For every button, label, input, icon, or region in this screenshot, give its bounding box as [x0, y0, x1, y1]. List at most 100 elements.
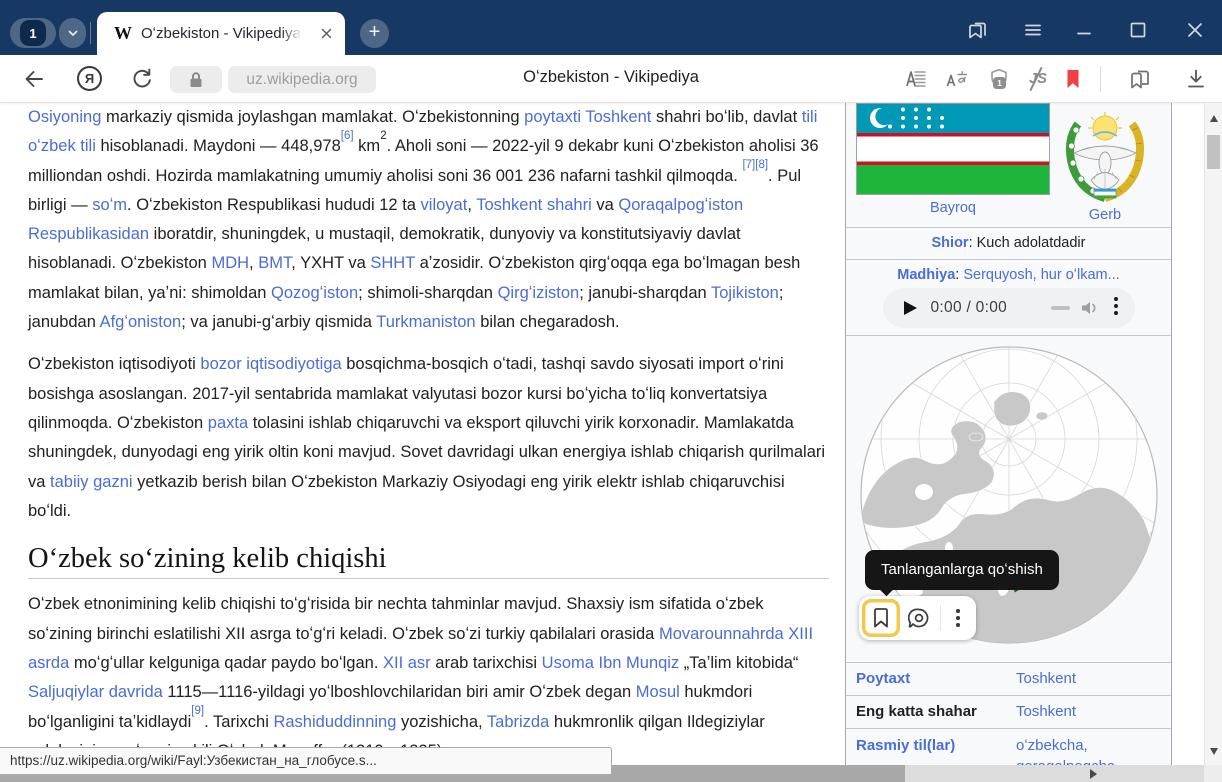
- flag-caption-link[interactable]: Bayroq: [930, 200, 976, 216]
- article-link[interactable]: paxta: [208, 414, 248, 432]
- scroll-down-icon[interactable]: [1210, 748, 1218, 755]
- blocked-count-badge: 1: [993, 77, 1006, 89]
- site-security-badge[interactable]: [170, 66, 222, 93]
- article-link[interactable]: XII asr: [383, 654, 431, 672]
- motto-row: Shior: Kuch adolatdadir: [846, 228, 1171, 260]
- refresh-icon[interactable]: [130, 67, 154, 91]
- vertical-scrollbar-thumb[interactable]: [1207, 135, 1220, 169]
- tab-group-control[interactable]: 1: [10, 18, 86, 48]
- article-link[interactable]: Osiyoning: [28, 108, 101, 126]
- titlebar-divider: [90, 22, 91, 44]
- scrollbar-corner: [1204, 765, 1222, 782]
- official-languages-label-link[interactable]: Rasmiy til(lar): [856, 735, 955, 756]
- audio-player: 0:00 / 0:00: [883, 288, 1135, 328]
- image-hover-toolbar: [859, 596, 976, 640]
- article-link[interactable]: tabiiy gazni: [50, 473, 133, 491]
- wikipedia-favicon: W: [114, 23, 132, 44]
- reader-mode-icon[interactable]: [905, 67, 929, 91]
- article-link[interactable]: Rashiduddinning: [273, 713, 396, 731]
- javascript-disabled-icon[interactable]: JS: [1026, 67, 1050, 91]
- player-time: 0:00 / 0:00: [931, 288, 1008, 328]
- window-close-icon[interactable]: [1183, 18, 1207, 42]
- article-link[interactable]: Mosul: [636, 683, 680, 701]
- new-tab-button[interactable]: +: [360, 19, 389, 48]
- play-icon[interactable]: [904, 301, 917, 315]
- article-link[interactable]: Tojikiston: [711, 284, 779, 302]
- superscript: 2: [380, 130, 386, 142]
- vertical-scrollbar[interactable]: [1204, 103, 1222, 782]
- article-body: Osiyoning markaziy qismida joylashgan ma…: [28, 103, 829, 765]
- address-bar[interactable]: uz.wikipedia.org: [228, 66, 376, 93]
- article-link[interactable]: SHHT: [370, 254, 415, 272]
- reference-link[interactable]: [7][8]: [742, 159, 768, 171]
- section-heading: Oʻzbek soʻzining kelib chiqishi: [28, 544, 829, 579]
- maximize-icon[interactable]: [1126, 18, 1150, 42]
- tab-title-fade: [281, 24, 309, 46]
- article-link[interactable]: soʻm: [92, 196, 127, 214]
- capital-label-link[interactable]: Poytaxt: [856, 663, 910, 695]
- article-link[interactable]: viloyat: [421, 196, 468, 214]
- reference-link[interactable]: [9]: [191, 705, 204, 717]
- motto-value: Kuch adolatdadir: [977, 235, 1086, 251]
- article-paragraph: Oʻzbekiston iqtisodiyoti bozor iqtisodiy…: [28, 350, 829, 526]
- image-search-icon: [908, 607, 930, 629]
- back-icon[interactable]: [22, 67, 46, 91]
- tab-count-pill[interactable]: 1: [10, 18, 56, 48]
- article-link[interactable]: Toshkent shahri: [476, 196, 592, 214]
- tab-group-dropdown[interactable]: [59, 18, 86, 48]
- status-url-bubble: https://uz.wikipedia.org/wiki/Fayl:Узбек…: [0, 747, 612, 775]
- scroll-right-icon[interactable]: [1090, 769, 1097, 779]
- article-link[interactable]: BMT: [258, 254, 291, 272]
- browser-window: 1 W Oʻzbekiston - Vikipediya +: [0, 0, 1222, 782]
- article-link[interactable]: Qirgʻiziston: [498, 284, 580, 302]
- article-link[interactable]: Qozogʻiston: [271, 284, 358, 302]
- location-map-cell: Tanlanganlarga qoʻshish: [846, 336, 1171, 663]
- minimize-icon[interactable]: [1072, 18, 1096, 42]
- article-link[interactable]: Tabrizda: [487, 713, 549, 731]
- article-link[interactable]: bozor iqtisodiyotiga: [200, 355, 341, 373]
- tooltip: Tanlanganlarga qoʻshish: [865, 550, 1059, 590]
- collections-icon[interactable]: [1128, 67, 1152, 91]
- table-row: Poytaxt Toshkent: [846, 663, 1171, 696]
- article-link[interactable]: poytaxti: [524, 108, 581, 126]
- menu-icon[interactable]: [1021, 18, 1045, 42]
- bookmark-added-icon[interactable]: [1061, 67, 1085, 91]
- emblem-caption-link[interactable]: Gerb: [1089, 207, 1121, 223]
- seek-bar[interactable]: [1051, 306, 1070, 310]
- lock-icon: [186, 70, 206, 90]
- article-link[interactable]: Usoma Ibn Munqiz: [542, 654, 680, 672]
- more-options-button[interactable]: [943, 599, 973, 637]
- article-link[interactable]: Afgʻoniston: [100, 313, 182, 331]
- official-languages-value-link[interactable]: oʻzbekcha, qoraqalpoqcha: [1016, 735, 1151, 765]
- article-paragraph: Osiyoning markaziy qismida joylashgan ma…: [28, 103, 829, 337]
- uzbekistan-emblem-image[interactable]: [1062, 103, 1148, 203]
- article-link[interactable]: MDH: [211, 254, 249, 272]
- anthem-label-link[interactable]: Madhiya: [897, 267, 955, 283]
- anthem-title-link[interactable]: Serquyosh, hur oʻlkam...: [963, 267, 1119, 283]
- article-link[interactable]: Turkmaniston: [376, 313, 475, 331]
- yandex-logo-icon[interactable]: Я: [77, 66, 102, 91]
- article-link[interactable]: Toshkent: [585, 108, 651, 126]
- chevron-down-icon: [66, 26, 80, 40]
- largest-city-value-link[interactable]: Toshkent: [1016, 696, 1076, 728]
- volume-icon[interactable]: [1079, 298, 1101, 318]
- player-menu-icon[interactable]: [1114, 297, 1118, 315]
- toolbar-divider: [1100, 66, 1101, 92]
- browser-tab[interactable]: W Oʻzbekiston - Vikipediya: [97, 12, 345, 55]
- hover-toolbar-divider: [940, 605, 941, 631]
- capital-value-link[interactable]: Toshkent: [1016, 663, 1076, 695]
- reference-link[interactable]: [6]: [341, 130, 354, 142]
- article-link[interactable]: Saljuqiylar davrida: [28, 683, 163, 701]
- translate-icon[interactable]: [945, 67, 969, 91]
- motto-label-link[interactable]: Shior: [932, 235, 969, 251]
- protect-shield-icon[interactable]: 1: [987, 67, 1011, 91]
- tab-close-button[interactable]: [319, 26, 335, 42]
- kebab-icon: [956, 609, 960, 627]
- add-to-favorites-button[interactable]: [862, 599, 900, 637]
- country-infobox: Bayroq: [845, 103, 1172, 765]
- search-image-button[interactable]: [900, 599, 938, 637]
- download-icon[interactable]: [1184, 67, 1208, 91]
- uzbekistan-flag-image[interactable]: [856, 103, 1050, 195]
- scroll-up-icon[interactable]: [1210, 115, 1218, 122]
- bookmarks-panel-icon[interactable]: [966, 18, 990, 42]
